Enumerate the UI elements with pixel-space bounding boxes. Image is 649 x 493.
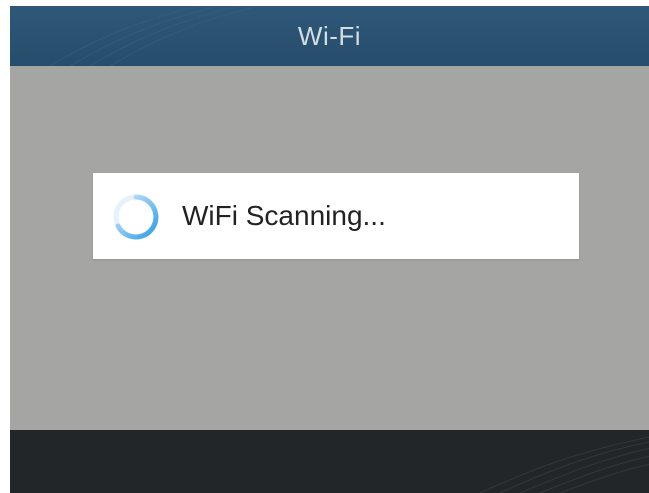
scanning-dialog: WiFi Scanning... [93, 173, 579, 259]
page-title: Wi-Fi [297, 21, 362, 51]
title-bar: Wi-Fi [10, 6, 649, 66]
wifi-screen: Wi-Fi WiFi Scanning... [10, 6, 649, 493]
main-content: WiFi Scanning... [10, 66, 649, 430]
scanning-message: WiFi Scanning... [182, 200, 386, 231]
loading-spinner-icon [113, 194, 159, 240]
bottom-bar [10, 430, 649, 493]
bottom-bar-pattern [479, 436, 649, 493]
